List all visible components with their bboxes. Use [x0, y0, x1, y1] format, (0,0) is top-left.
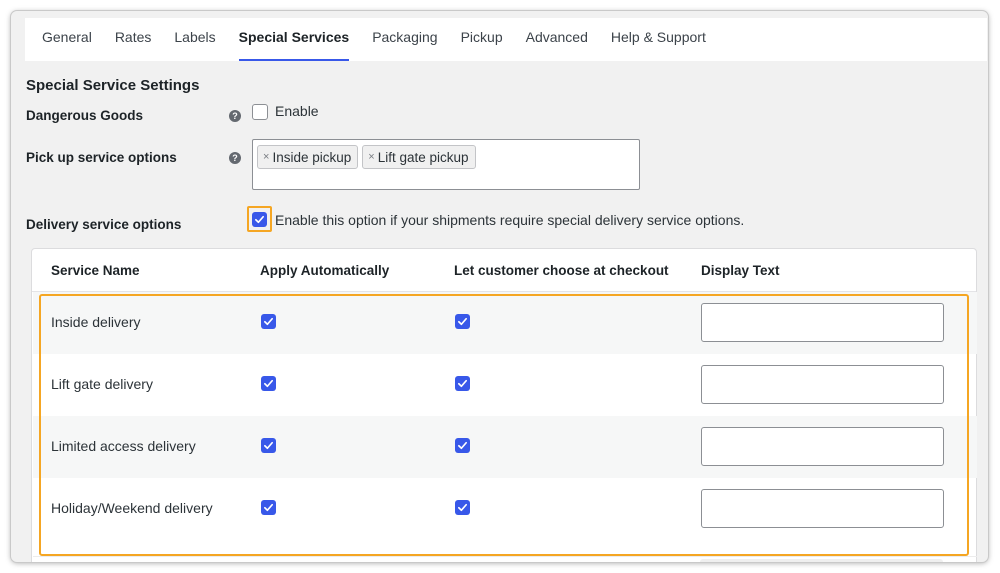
- dangerous-goods-label: Dangerous Goods: [26, 108, 144, 123]
- header-customer-choose: Let customer choose at checkout: [454, 263, 669, 278]
- customer-choose-checkbox[interactable]: [455, 314, 470, 329]
- tab-general[interactable]: General: [42, 18, 92, 61]
- apply-automatically-checkbox[interactable]: [261, 438, 276, 453]
- table-row: Inside delivery: [33, 292, 977, 354]
- customer-choose-checkbox[interactable]: [455, 500, 470, 515]
- checkmark-icon: [264, 441, 273, 450]
- customer-choose-checkbox[interactable]: [455, 438, 470, 453]
- header-display-text: Display Text: [701, 263, 780, 278]
- tab-labels[interactable]: Labels: [174, 18, 215, 61]
- tab-special-services[interactable]: Special Services: [238, 18, 349, 61]
- table-row: Lift gate delivery: [33, 354, 977, 416]
- dangerous-goods-checkbox[interactable]: [252, 104, 268, 120]
- table-row-divider: [33, 556, 977, 557]
- service-name: Inside delivery: [51, 314, 141, 330]
- apply-automatically-checkbox[interactable]: [261, 314, 276, 329]
- remove-tag-icon[interactable]: ×: [368, 151, 374, 163]
- pickup-tag: × Inside pickup: [257, 145, 359, 169]
- tab-help-support[interactable]: Help & Support: [611, 18, 706, 61]
- delivery-options-description: Enable this option if your shipments req…: [275, 212, 745, 228]
- delivery-services-table: Service Name Apply Automatically Let cus…: [31, 248, 977, 562]
- customer-choose-checkbox[interactable]: [455, 376, 470, 391]
- table-row: Limited access delivery: [33, 416, 977, 478]
- app-frame: General Rates Labels Special Services Pa…: [11, 11, 988, 562]
- pickup-tag: × Lift gate pickup: [362, 145, 476, 169]
- checkmark-icon: [458, 379, 467, 388]
- checkmark-icon: [264, 317, 273, 326]
- service-name: Holiday/Weekend delivery: [51, 500, 213, 516]
- pickup-options-select[interactable]: × Inside pickup × Lift gate pickup: [252, 139, 640, 190]
- apply-automatically-checkbox[interactable]: [261, 376, 276, 391]
- question-mark-icon[interactable]: ?: [229, 110, 241, 122]
- tab-advanced[interactable]: Advanced: [526, 18, 588, 61]
- display-text-input[interactable]: [701, 365, 944, 404]
- header-apply-automatically: Apply Automatically: [260, 263, 390, 278]
- pickup-tag-label: Inside pickup: [272, 149, 352, 165]
- tab-pickup[interactable]: Pickup: [461, 18, 503, 61]
- pickup-tag-label: Lift gate pickup: [377, 149, 469, 165]
- delivery-options-checkbox[interactable]: [252, 211, 267, 227]
- pickup-options-label: Pick up service options: [26, 150, 177, 165]
- checkmark-icon: [458, 317, 467, 326]
- service-name: Lift gate delivery: [51, 376, 153, 392]
- checkmark-icon: [255, 215, 264, 223]
- header-service-name: Service Name: [51, 263, 140, 278]
- table-row: Holiday/Weekend delivery: [33, 478, 977, 540]
- section-title: Special Service Settings: [26, 77, 200, 94]
- checkmark-icon: [264, 379, 273, 388]
- dangerous-goods-enable-label: Enable: [275, 103, 319, 119]
- delivery-options-label: Delivery service options: [26, 217, 182, 232]
- remove-tag-icon[interactable]: ×: [263, 151, 269, 163]
- display-text-input[interactable]: [701, 489, 944, 528]
- settings-tabs: General Rates Labels Special Services Pa…: [25, 18, 987, 61]
- tab-packaging[interactable]: Packaging: [372, 18, 437, 61]
- checkmark-icon: [264, 503, 273, 512]
- apply-automatically-checkbox[interactable]: [261, 500, 276, 515]
- partial-display-text-input: [700, 559, 943, 562]
- tab-rates[interactable]: Rates: [115, 18, 152, 61]
- display-text-input[interactable]: [701, 427, 944, 466]
- display-text-input[interactable]: [701, 303, 944, 342]
- question-mark-icon[interactable]: ?: [229, 152, 241, 164]
- checkmark-icon: [458, 441, 467, 450]
- service-name: Limited access delivery: [51, 438, 196, 454]
- delivery-options-highlight: [247, 206, 272, 232]
- checkmark-icon: [458, 503, 467, 512]
